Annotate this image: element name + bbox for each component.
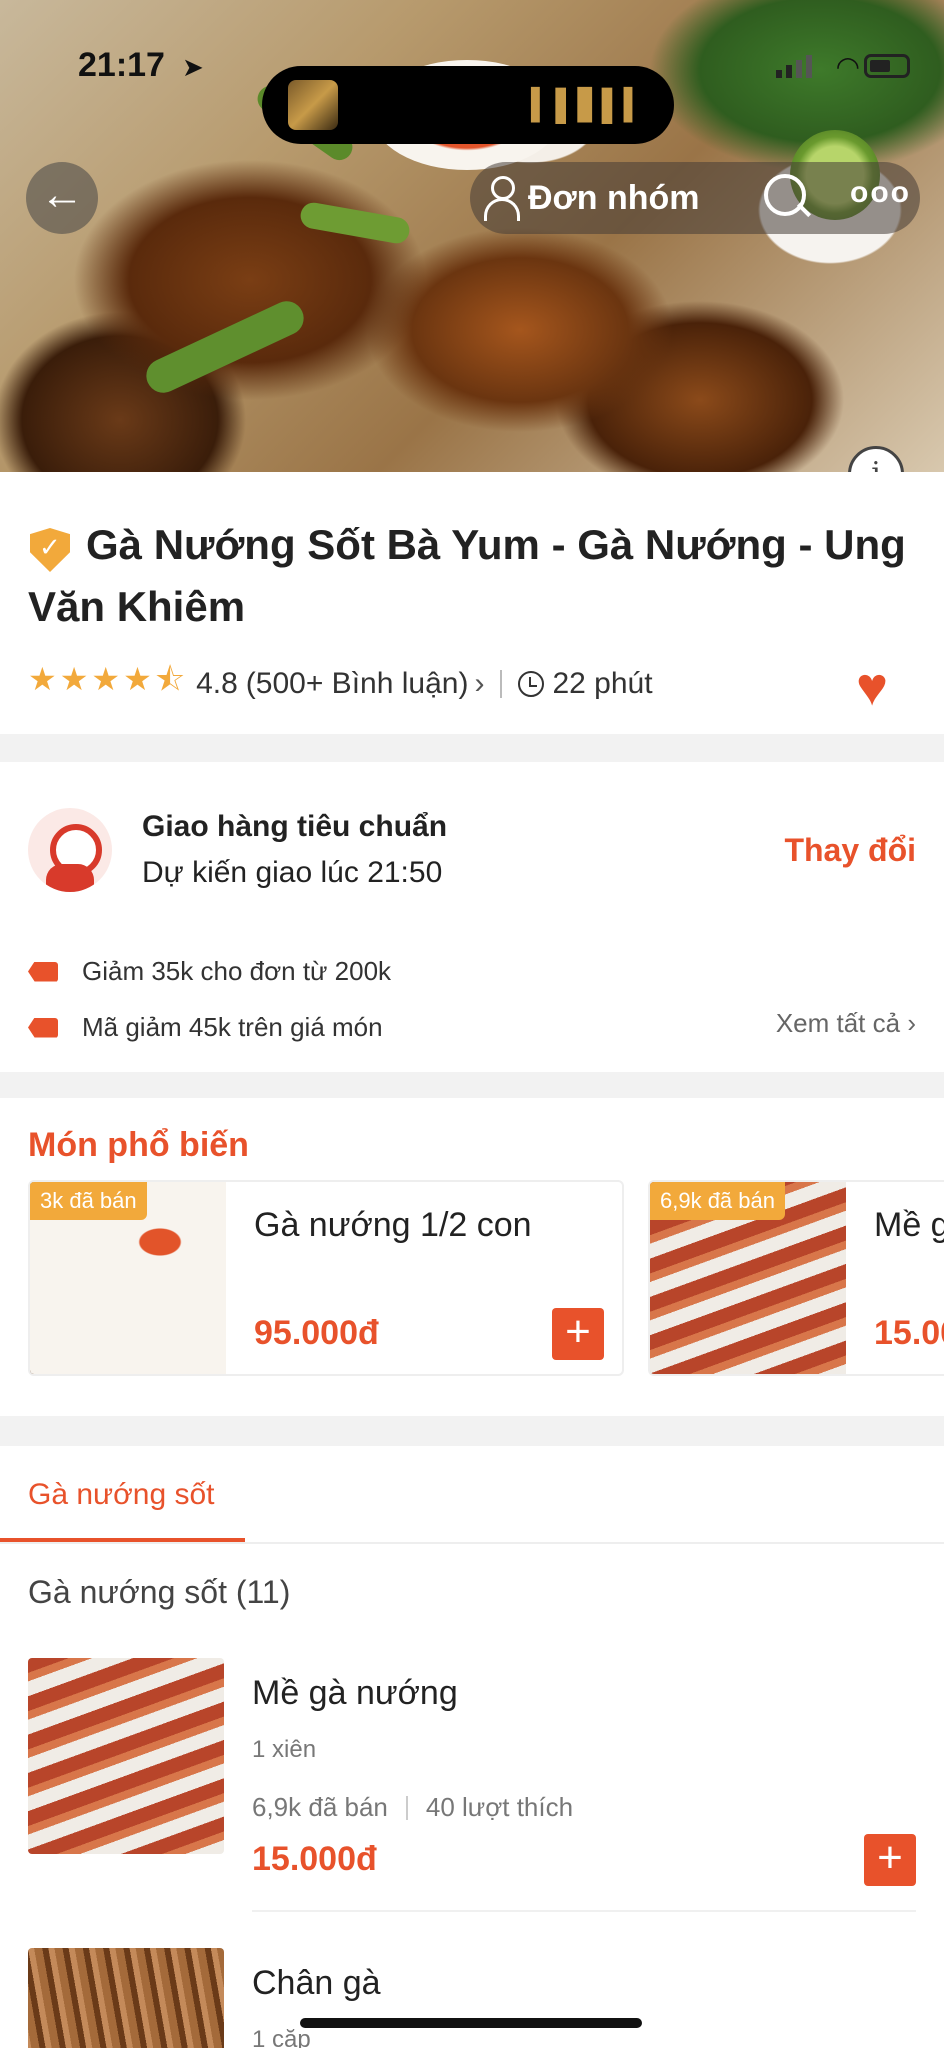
home-indicator[interactable]: [300, 2018, 642, 2028]
restaurant-header: Gà Nướng Sốt Bà Yum - Gà Nướng - Ung Văn…: [0, 472, 944, 734]
shipper-mascot-icon: [28, 808, 112, 892]
dish-image: [28, 1658, 224, 1854]
divider: [252, 1910, 916, 1912]
clock-icon: [518, 671, 545, 697]
section-gap: [0, 734, 944, 762]
sold-count: 6,9k đã bán: [252, 1792, 388, 1822]
delivery-section: Giao hàng tiêu chuẩn Dự kiến giao lúc 21…: [0, 762, 944, 1072]
battery-icon: [864, 54, 910, 78]
more-options-icon[interactable]: ooo: [850, 176, 911, 210]
list-item[interactable]: Mề gà nướng 1 xiên 6,9k đã bán 40 lượt t…: [0, 1658, 944, 1888]
rating-value: 4.8: [196, 667, 238, 700]
popular-card[interactable]: 3k đã bán Gà nướng 1/2 con 95.000đ +: [28, 1180, 624, 1376]
delivery-eta: Dự kiến giao lúc 21:50: [142, 856, 443, 889]
reviews-link[interactable]: (500+ Bình luận): [246, 667, 469, 701]
tab-bar-divider: [0, 1542, 944, 1544]
dish-price: 15.00: [874, 1314, 944, 1352]
audio-wave-icon: ▍▌▋▌▍: [531, 89, 648, 122]
dish-price: 95.000đ: [254, 1314, 379, 1352]
dish-image: [28, 1948, 224, 2048]
dish-name: Mề gà nướng: [252, 1674, 458, 1712]
section-gap: [0, 1072, 944, 1098]
add-to-cart-button[interactable]: +: [552, 1308, 604, 1360]
star-rating-icon: ★★★★⯪: [28, 661, 189, 697]
signal-icon: [776, 55, 812, 78]
list-item[interactable]: Chân gà 1 cặp: [0, 1948, 944, 2048]
voucher-tag-icon: [28, 961, 58, 982]
dynamic-island: ▍▌▋▌▍: [262, 66, 674, 144]
sold-count-badge: 6,9k đã bán: [650, 1182, 785, 1220]
dish-price: 15.000đ: [252, 1840, 377, 1878]
group-order-button[interactable]: Đơn nhóm: [482, 172, 699, 224]
status-bar: 21:17 ➤ ▍▌▋▌▍ ◠: [0, 40, 944, 144]
back-arrow-icon: ←: [40, 170, 84, 219]
dish-name: Mề g: [874, 1206, 944, 1244]
okra-garnish: [298, 200, 412, 246]
like-count: 40 lượt thích: [425, 1792, 574, 1822]
change-delivery-button[interactable]: Thay đổi: [784, 832, 916, 869]
see-all-label: Xem tất cả: [775, 1008, 901, 1038]
promo-text: Giảm 35k cho đơn từ 200k: [82, 956, 392, 986]
promo-text: Mã giảm 45k trên giá món: [82, 1012, 383, 1042]
delivery-type: Giao hàng tiêu chuẩn: [142, 810, 448, 843]
menu-section: Gà nướng sốt Gà nướng sốt (11) Mề gà nướ…: [0, 1446, 944, 2048]
promo-item[interactable]: Giảm 35k cho đơn từ 200k: [28, 956, 391, 987]
popular-dishes-section: Món phổ biến 3k đã bán Gà nướng 1/2 con …: [0, 1098, 944, 1416]
add-to-cart-button[interactable]: +: [864, 1834, 916, 1886]
okra-garnish: [140, 295, 310, 399]
back-button[interactable]: ←: [26, 162, 98, 234]
voucher-tag-icon: [28, 1017, 58, 1038]
see-all-promos-link[interactable]: Xem tất cả ›: [776, 1008, 916, 1039]
divider: [405, 1795, 408, 1820]
section-gap: [0, 1416, 944, 1446]
sold-count-badge: 3k đã bán: [30, 1182, 147, 1220]
chevron-right-icon[interactable]: ›: [474, 667, 484, 701]
location-arrow-icon: ➤: [182, 52, 204, 82]
chevron-right-icon: ›: [907, 1008, 916, 1038]
dish-stats: 6,9k đã bán 40 lượt thích: [252, 1792, 573, 1823]
favorite-heart-icon[interactable]: ♥: [856, 660, 888, 714]
divider: [500, 670, 503, 698]
active-tab-indicator: [0, 1538, 245, 1542]
popular-card[interactable]: 6,9k đã bán Mề g 15.00: [648, 1180, 944, 1376]
rating-row: ★★★★⯪ 4.8 (500+ Bình luận) › 22 phút: [28, 661, 653, 706]
popular-heading: Món phổ biến: [28, 1126, 249, 1164]
delivery-time: 22 phút: [552, 667, 653, 700]
search-icon[interactable]: [758, 170, 814, 226]
dish-name: Gà nướng 1/2 con: [254, 1206, 532, 1244]
status-time: 21:17: [78, 46, 165, 84]
dish-description: 1 xiên: [252, 1736, 317, 1763]
dish-name: Chân gà: [252, 1964, 381, 2002]
group-order-label: Đơn nhóm: [528, 178, 700, 217]
person-icon: [482, 176, 520, 221]
dish-description: 1 cặp: [252, 2026, 311, 2048]
tab-ga-nuong-sot[interactable]: Gà nướng sốt: [28, 1478, 215, 1512]
restaurant-name: Gà Nướng Sốt Bà Yum - Gà Nướng - Ung Văn…: [28, 521, 906, 630]
category-title: Gà nướng sốt (11): [28, 1574, 291, 1610]
now-playing-artwork: [288, 80, 338, 130]
wifi-icon: ◠: [835, 51, 860, 82]
promo-item[interactable]: Mã giảm 45k trên giá món: [28, 1012, 383, 1043]
